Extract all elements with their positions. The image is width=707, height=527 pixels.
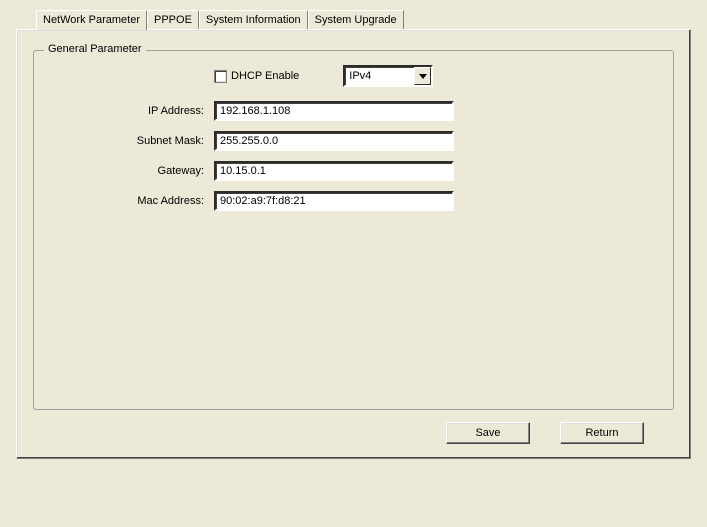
fieldset-title: General Parameter bbox=[44, 43, 146, 55]
tab-system-upgrade[interactable]: System Upgrade bbox=[308, 10, 404, 29]
return-button[interactable]: Return bbox=[560, 422, 644, 444]
general-parameter-fieldset: General Parameter DHCP Enable IPv4 IP Ad… bbox=[33, 50, 674, 410]
row-dhcp: DHCP Enable IPv4 bbox=[214, 65, 653, 87]
mac-address-label: Mac Address: bbox=[114, 195, 214, 207]
tab-strip: NetWork Parameter PPPOE System Informati… bbox=[36, 10, 691, 29]
row-ip-address: IP Address: bbox=[114, 101, 653, 121]
button-row: Save Return bbox=[33, 422, 674, 444]
tab-system-information[interactable]: System Information bbox=[199, 10, 308, 29]
row-mac-address: Mac Address: bbox=[114, 191, 653, 211]
tab-pppoe[interactable]: PPPOE bbox=[147, 10, 199, 29]
row-subnet-mask: Subnet Mask: bbox=[114, 131, 653, 151]
ip-address-label: IP Address: bbox=[114, 105, 214, 117]
gateway-input[interactable] bbox=[214, 161, 454, 181]
gateway-label: Gateway: bbox=[114, 165, 214, 177]
save-button[interactable]: Save bbox=[446, 422, 530, 444]
dhcp-enable-checkbox[interactable] bbox=[214, 70, 227, 83]
row-gateway: Gateway: bbox=[114, 161, 653, 181]
mac-address-input[interactable] bbox=[214, 191, 454, 211]
tab-network-parameter[interactable]: NetWork Parameter bbox=[36, 10, 147, 30]
tab-panel: General Parameter DHCP Enable IPv4 IP Ad… bbox=[16, 29, 691, 459]
ip-version-select[interactable]: IPv4 bbox=[343, 65, 433, 87]
ip-address-input[interactable] bbox=[214, 101, 454, 121]
subnet-mask-input[interactable] bbox=[214, 131, 454, 151]
ip-version-selected: IPv4 bbox=[349, 70, 371, 82]
subnet-mask-label: Subnet Mask: bbox=[114, 135, 214, 147]
dhcp-enable-label: DHCP Enable bbox=[231, 70, 299, 82]
chevron-down-icon[interactable] bbox=[414, 67, 431, 85]
dhcp-enable-checkbox-wrap[interactable]: DHCP Enable bbox=[214, 70, 299, 83]
